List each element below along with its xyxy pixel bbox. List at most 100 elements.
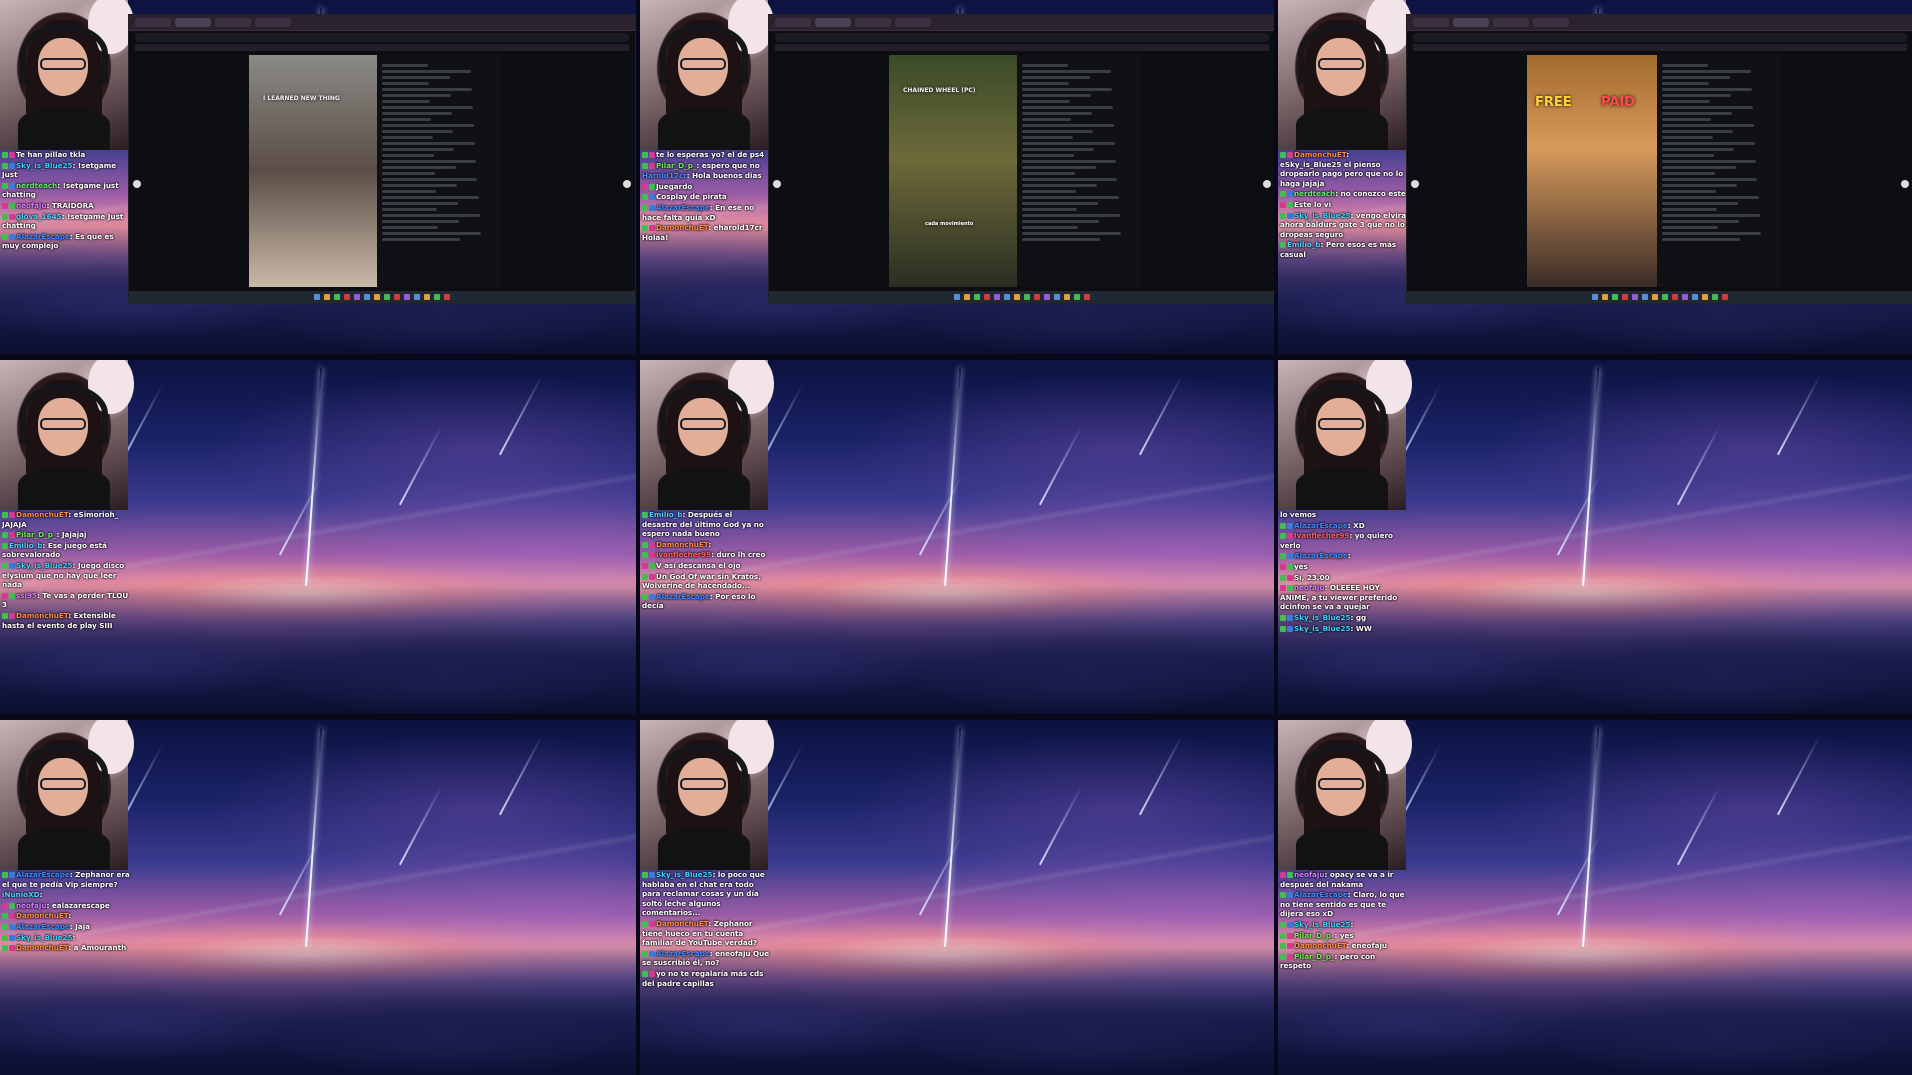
- browser-tab[interactable]: [135, 18, 171, 27]
- taskbar-app-icon[interactable]: [1702, 294, 1708, 300]
- previous-post-button[interactable]: [1411, 180, 1419, 188]
- taskbar-app-icon[interactable]: [1592, 294, 1598, 300]
- chat-username[interactable]: Sky_is_Blue25: [1294, 920, 1351, 929]
- chat-username[interactable]: Sky_is_Blue25: [1294, 624, 1351, 633]
- chat-username[interactable]: neofaju: [1294, 583, 1325, 592]
- chat-username[interactable]: ivanflecher99: [656, 550, 711, 559]
- chat-username[interactable]: DamonchuET: [16, 611, 68, 620]
- taskbar-app-icon[interactable]: [354, 294, 360, 300]
- chat-username[interactable]: Emilio_b: [649, 510, 682, 519]
- chat-username[interactable]: AlazarEscape: [1294, 551, 1348, 560]
- taskbar-app-icon[interactable]: [424, 294, 430, 300]
- taskbar-app-icon[interactable]: [1014, 294, 1020, 300]
- previous-post-button[interactable]: [773, 180, 781, 188]
- taskbar-app-icon[interactable]: [1652, 294, 1658, 300]
- taskbar-app-icon[interactable]: [344, 294, 350, 300]
- browser-tab[interactable]: [255, 18, 291, 27]
- taskbar-app-icon[interactable]: [324, 294, 330, 300]
- browser-tab[interactable]: [1533, 18, 1569, 27]
- taskbar-app-icon[interactable]: [984, 294, 990, 300]
- browser-tab[interactable]: [815, 18, 851, 27]
- taskbar-app-icon[interactable]: [314, 294, 320, 300]
- taskbar-app-icon[interactable]: [1642, 294, 1648, 300]
- chat-username[interactable]: DamonchuET: [656, 223, 708, 232]
- taskbar-app-icon[interactable]: [374, 294, 380, 300]
- chat-username[interactable]: neofaju: [1294, 870, 1325, 879]
- chat-username[interactable]: AlazarEscape: [16, 870, 70, 879]
- chat-username[interactable]: Sky_is_Blue25: [16, 933, 73, 942]
- chat-username[interactable]: Pilar_D_p_: [656, 161, 696, 170]
- taskbar-app-icon[interactable]: [1084, 294, 1090, 300]
- chat-username[interactable]: AlazarEscape: [1294, 521, 1348, 530]
- chat-username[interactable]: ssi95: [16, 591, 37, 600]
- chat-username[interactable]: DamonchuET: [1294, 941, 1346, 950]
- chat-username[interactable]: Pilar_D_p_: [1294, 952, 1334, 961]
- taskbar-app-icon[interactable]: [954, 294, 960, 300]
- chat-username[interactable]: Ivanflecher99: [1294, 531, 1349, 540]
- taskbar-app-icon[interactable]: [1024, 294, 1030, 300]
- chat-username[interactable]: Pilar_D_p_: [16, 530, 56, 539]
- browser-tab[interactable]: [895, 18, 931, 27]
- taskbar-app-icon[interactable]: [1662, 294, 1668, 300]
- chat-username[interactable]: AlazarEscape: [656, 592, 710, 601]
- chat-username[interactable]: glova_1645: [16, 212, 62, 221]
- chat-username[interactable]: neofaju: [16, 901, 47, 910]
- next-post-button[interactable]: [1901, 180, 1909, 188]
- address-bar[interactable]: [135, 33, 629, 42]
- chat-username[interactable]: DamonchuET: [16, 510, 68, 519]
- browser-tab[interactable]: [855, 18, 891, 27]
- chat-username[interactable]: iNunioXD: [2, 890, 40, 899]
- taskbar-app-icon[interactable]: [364, 294, 370, 300]
- taskbar-app-icon[interactable]: [384, 294, 390, 300]
- chat-username[interactable]: DamonchuET: [16, 943, 68, 952]
- taskbar-app-icon[interactable]: [1074, 294, 1080, 300]
- taskbar-app-icon[interactable]: [444, 294, 450, 300]
- taskbar-app-icon[interactable]: [334, 294, 340, 300]
- chat-username[interactable]: AlazarEscape: [656, 203, 710, 212]
- browser-tab[interactable]: [775, 18, 811, 27]
- taskbar-app-icon[interactable]: [1722, 294, 1728, 300]
- taskbar-app-icon[interactable]: [394, 294, 400, 300]
- chat-username[interactable]: neofaju: [16, 201, 47, 210]
- address-bar[interactable]: [1413, 33, 1907, 42]
- taskbar-app-icon[interactable]: [1034, 294, 1040, 300]
- taskbar-app-icon[interactable]: [994, 294, 1000, 300]
- chat-username[interactable]: DamonchuET: [16, 911, 68, 920]
- chat-username[interactable]: Emilio_b: [1287, 240, 1320, 249]
- taskbar-app-icon[interactable]: [414, 294, 420, 300]
- browser-tab[interactable]: [1453, 18, 1489, 27]
- chat-username[interactable]: Sky_is_Blue25: [1294, 613, 1351, 622]
- chat-username[interactable]: Emilio_b: [9, 541, 42, 550]
- chat-username[interactable]: Harold17cr: [642, 171, 687, 180]
- chat-username[interactable]: AlazarEscape: [16, 922, 70, 931]
- browser-tab[interactable]: [1413, 18, 1449, 27]
- chat-username[interactable]: Sky_is_Blue25: [1294, 211, 1351, 220]
- taskbar-app-icon[interactable]: [1612, 294, 1618, 300]
- previous-post-button[interactable]: [133, 180, 141, 188]
- taskbar-app-icon[interactable]: [1054, 294, 1060, 300]
- chat-username[interactable]: DamonchuET: [656, 919, 708, 928]
- taskbar-app-icon[interactable]: [964, 294, 970, 300]
- taskbar-app-icon[interactable]: [1682, 294, 1688, 300]
- taskbar-app-icon[interactable]: [1622, 294, 1628, 300]
- taskbar-app-icon[interactable]: [1632, 294, 1638, 300]
- browser-tab[interactable]: [175, 18, 211, 27]
- browser-tab[interactable]: [1493, 18, 1529, 27]
- taskbar-app-icon[interactable]: [434, 294, 440, 300]
- taskbar-app-icon[interactable]: [974, 294, 980, 300]
- chat-username[interactable]: DamonchuET: [1294, 150, 1346, 159]
- taskbar-app-icon[interactable]: [1672, 294, 1678, 300]
- chat-username[interactable]: Sky_is_Blue25: [16, 561, 73, 570]
- chat-username[interactable]: AlazarEscape: [1294, 890, 1348, 899]
- next-post-button[interactable]: [1263, 180, 1271, 188]
- taskbar-app-icon[interactable]: [1004, 294, 1010, 300]
- taskbar-app-icon[interactable]: [1692, 294, 1698, 300]
- chat-username[interactable]: AlazarEscape: [16, 232, 70, 241]
- taskbar-app-icon[interactable]: [404, 294, 410, 300]
- taskbar-app-icon[interactable]: [1712, 294, 1718, 300]
- chat-username[interactable]: AlazarEscape: [656, 949, 710, 958]
- next-post-button[interactable]: [623, 180, 631, 188]
- taskbar-app-icon[interactable]: [1044, 294, 1050, 300]
- chat-username[interactable]: DamonchuET: [656, 540, 708, 549]
- chat-username[interactable]: nerdteach: [16, 181, 57, 190]
